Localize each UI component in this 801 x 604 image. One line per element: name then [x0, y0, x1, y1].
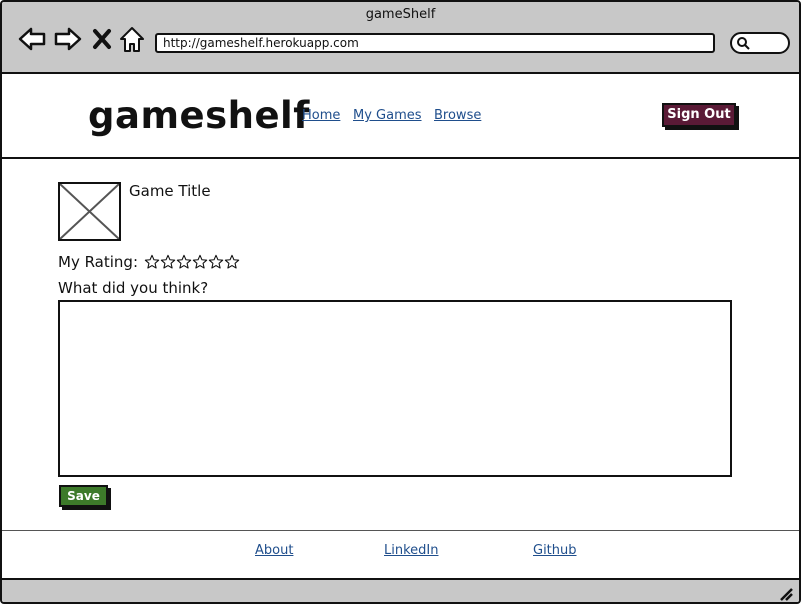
footer-about-link[interactable]: About — [255, 543, 293, 558]
save-button[interactable]: Save — [59, 485, 108, 507]
stop-icon[interactable] — [90, 24, 114, 54]
back-icon[interactable] — [17, 24, 47, 54]
site-logo[interactable]: gameshelf — [88, 94, 310, 137]
footer-divider — [2, 530, 799, 531]
site-header: gameshelf Home My Games Browse Sign Out — [2, 76, 799, 159]
address-bar[interactable]: http://gameshelf.herokuapp.com — [155, 33, 715, 53]
browser-search-field[interactable] — [730, 32, 790, 54]
nav-home[interactable]: Home — [302, 108, 340, 123]
game-title: Game Title — [129, 182, 211, 200]
review-textarea[interactable] — [58, 300, 732, 477]
game-image-placeholder — [58, 182, 121, 241]
browser-window: gameShelf http://gameshelf.herokuapp.com… — [0, 0, 801, 604]
nav-browse[interactable]: Browse — [434, 108, 481, 123]
home-icon[interactable] — [118, 24, 146, 54]
star-icon[interactable] — [160, 254, 176, 270]
resize-grip-icon[interactable] — [779, 587, 793, 601]
nav-my-games[interactable]: My Games — [353, 108, 422, 123]
star-icon[interactable] — [176, 254, 192, 270]
browser-chrome: gameShelf http://gameshelf.herokuapp.com — [2, 2, 799, 74]
footer-linkedin-link[interactable]: LinkedIn — [384, 543, 438, 558]
star-icon[interactable] — [208, 254, 224, 270]
rating-label: My Rating: — [58, 253, 139, 271]
rating-row: My Rating: — [58, 253, 240, 271]
review-prompt: What did you think? — [58, 279, 209, 297]
star-icon[interactable] — [144, 254, 160, 270]
star-icon[interactable] — [224, 254, 240, 270]
window-title: gameShelf — [365, 7, 436, 22]
forward-icon[interactable] — [53, 24, 83, 54]
status-bar — [2, 578, 799, 602]
star-icon[interactable] — [192, 254, 208, 270]
rating-stars[interactable] — [144, 254, 240, 270]
sign-out-button[interactable]: Sign Out — [662, 103, 736, 127]
search-icon — [737, 37, 750, 50]
footer-github-link[interactable]: Github — [533, 543, 577, 558]
